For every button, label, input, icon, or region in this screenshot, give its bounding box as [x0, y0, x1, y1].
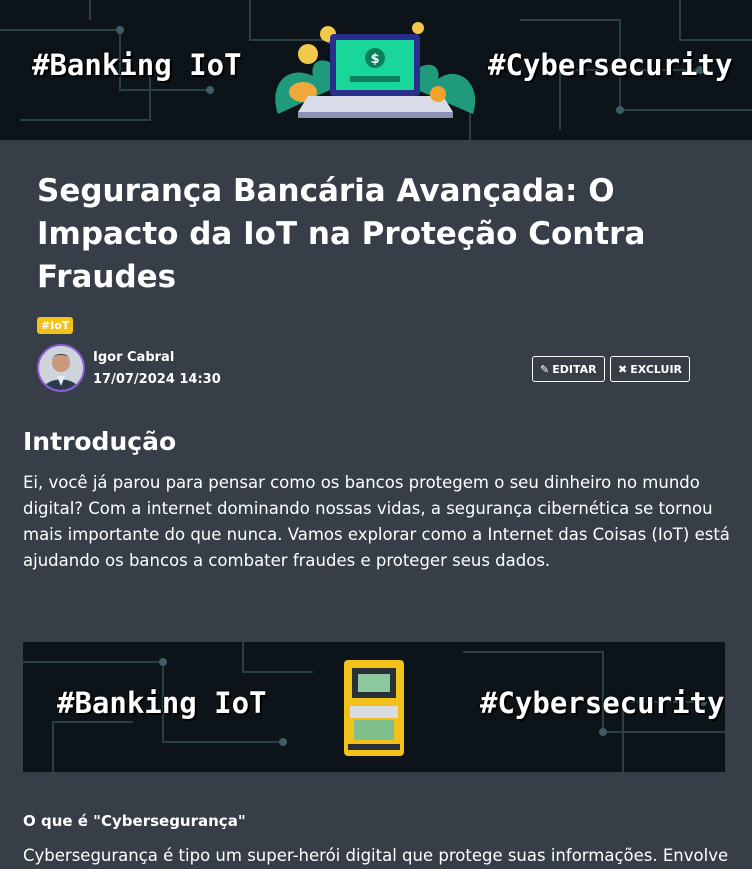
atm-illustration	[344, 660, 404, 756]
delete-button[interactable]: ✖ EXCLUIR	[610, 356, 691, 382]
close-icon: ✖	[618, 362, 628, 376]
svg-text:$: $	[370, 52, 379, 67]
hero-banner: #Banking IoT $ #Cybersecurity	[0, 0, 752, 140]
author-name[interactable]: Igor Cabral	[93, 350, 174, 365]
hero-hashtag-banking: #Banking IoT	[32, 48, 242, 82]
edit-button-label: EDITAR	[552, 362, 597, 376]
banner2-hashtag-banking: #Banking IoT	[57, 686, 267, 720]
delete-button-label: EXCLUIR	[630, 362, 683, 376]
post-date: 17/07/2024 14:30	[93, 372, 221, 387]
section-heading: O que é "Cybersegurança"	[23, 812, 246, 830]
banner2-hashtag-cybersecurity: #Cybersecurity	[480, 686, 725, 720]
pencil-icon: ✎	[540, 362, 550, 376]
hero-hashtag-cybersecurity: #Cybersecurity	[488, 48, 733, 82]
author-avatar[interactable]	[37, 344, 85, 392]
laptop-money-illustration: $	[275, 22, 476, 118]
section-paragraph: Cybersegurança é tipo um super-herói dig…	[23, 846, 729, 865]
edit-button[interactable]: ✎ EDITAR	[532, 356, 605, 382]
atm-banner-image: #Banking IoT #Cybersecurity	[23, 642, 725, 772]
avatar-photo	[39, 346, 83, 390]
intro-paragraph: Ei, você já parou para pensar como os ba…	[23, 473, 730, 570]
intro-heading: Introdução	[23, 427, 177, 456]
tag-badge[interactable]: #IoT	[37, 317, 74, 334]
article-title: Segurança Bancária Avançada: O Impacto d…	[37, 173, 646, 295]
